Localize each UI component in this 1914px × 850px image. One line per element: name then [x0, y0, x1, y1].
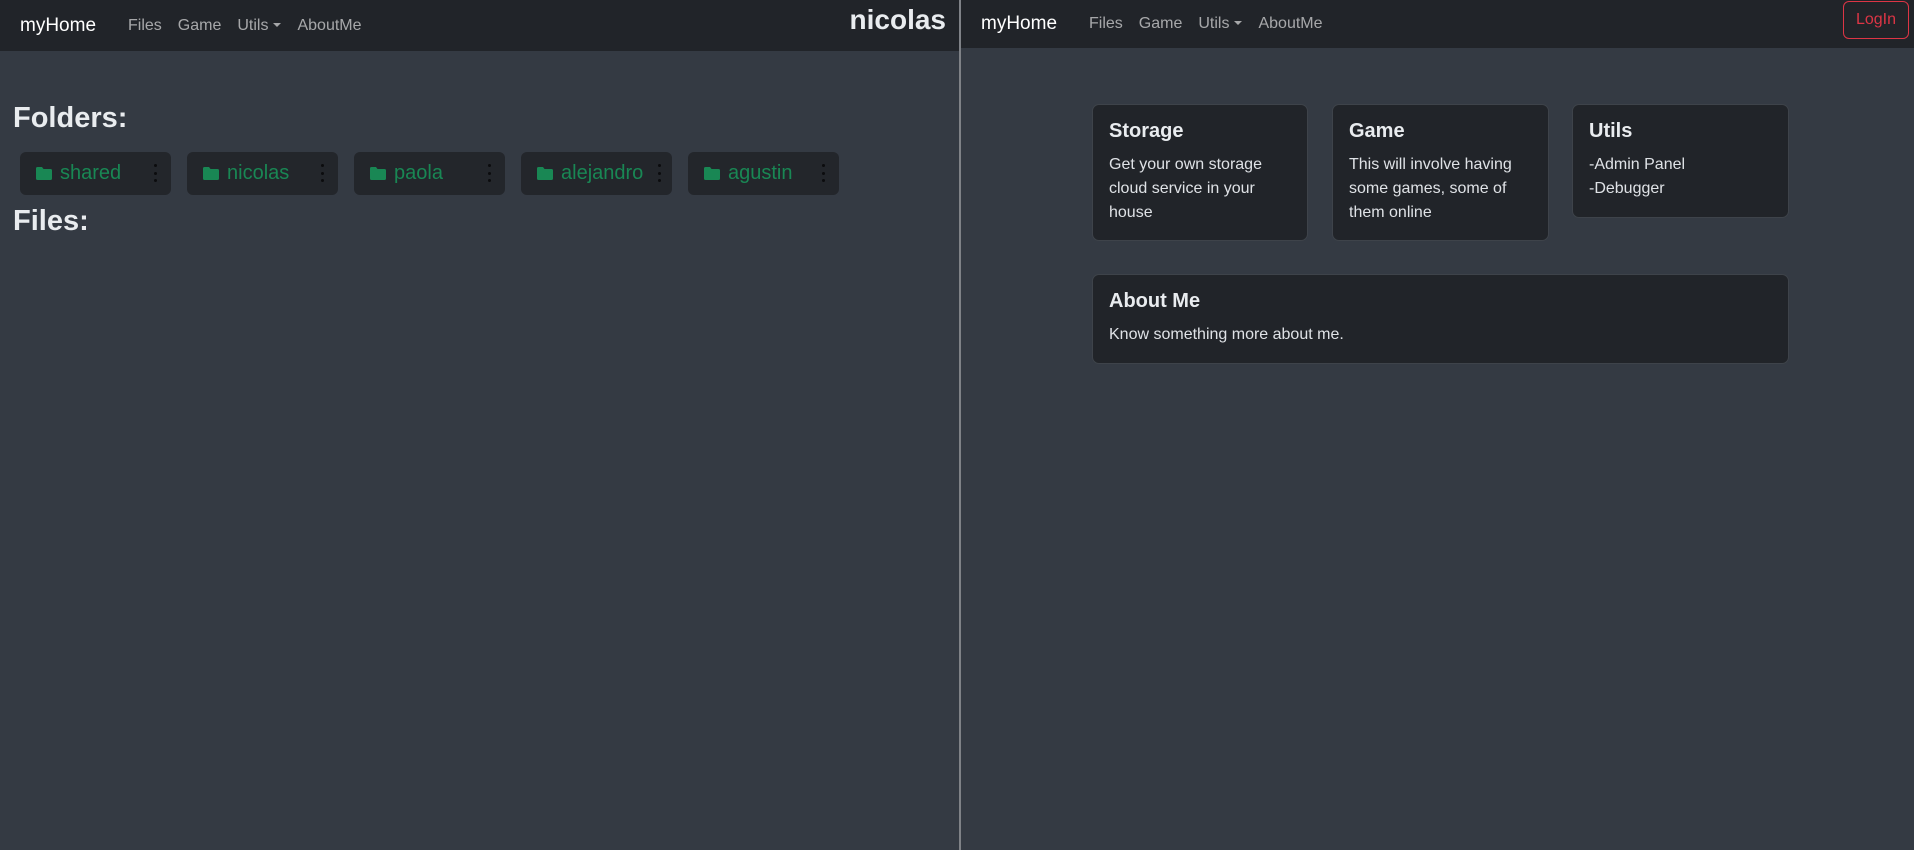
card-line: This will involve having: [1349, 156, 1512, 173]
login-button[interactable]: LogIn: [1842, 1, 1909, 39]
card-line: -Admin Panel: [1589, 156, 1686, 173]
game-card[interactable]: Game This will involve having some games…: [1332, 104, 1549, 241]
folder-name: agustin: [728, 162, 793, 184]
card-title: About Me: [1109, 290, 1201, 312]
navbar: myHome Files Game Utils AboutMe nicolas: [0, 0, 959, 51]
nav-links: Files Game Utils AboutMe: [128, 17, 362, 35]
folders-list: shared nicolas paola alejandro agustin: [20, 152, 839, 195]
about-me-card[interactable]: About Me Know something more about me.: [1092, 274, 1789, 364]
card-line: some games, some of: [1349, 180, 1507, 197]
card-text: -Admin Panel -Debugger: [1589, 153, 1772, 201]
nav-link-files[interactable]: Files: [1089, 15, 1123, 33]
folder-item-nicolas[interactable]: nicolas: [187, 152, 338, 195]
folder-icon: [36, 167, 52, 180]
card-text: Know something more about me.: [1109, 323, 1772, 347]
more-options-icon[interactable]: [321, 164, 325, 182]
card-text: Get your own storage cloud service in yo…: [1109, 153, 1291, 225]
utils-card[interactable]: Utils -Admin Panel -Debugger: [1572, 104, 1789, 218]
card-text: This will involve having some games, som…: [1349, 153, 1532, 225]
more-options-icon[interactable]: [488, 164, 492, 182]
files-page-pane: myHome Files Game Utils AboutMe nicolas …: [0, 0, 959, 850]
folder-name: paola: [394, 162, 443, 184]
nav-dropdown-utils[interactable]: Utils: [1198, 15, 1243, 33]
card-line: house: [1109, 204, 1153, 221]
card-line: Get your own storage: [1109, 156, 1262, 173]
storage-card[interactable]: Storage Get your own storage cloud servi…: [1092, 104, 1308, 241]
nav-dropdown-utils[interactable]: Utils: [237, 16, 282, 35]
nav-link-game[interactable]: Game: [178, 17, 222, 35]
brand-link[interactable]: myHome: [20, 15, 96, 37]
nav-links: Files Game Utils AboutMe: [1089, 15, 1323, 33]
folder-icon: [370, 167, 386, 180]
nav-link-aboutme[interactable]: AboutMe: [1258, 15, 1322, 33]
nav-link-files[interactable]: Files: [128, 17, 162, 35]
folder-name: shared: [60, 162, 122, 184]
folder-icon: [704, 167, 720, 180]
folder-icon: [203, 167, 219, 180]
caret-down-icon: [273, 22, 282, 27]
folder-item-alejandro[interactable]: alejandro: [521, 152, 672, 195]
nav-dropdown-utils-label: Utils: [237, 16, 269, 34]
more-options-icon[interactable]: [658, 164, 662, 182]
card-line: -Debugger: [1589, 180, 1665, 197]
brand-link[interactable]: myHome: [981, 13, 1057, 35]
folder-name: nicolas: [227, 162, 290, 184]
navbar: myHome Files Game Utils AboutMe LogIn: [961, 0, 1914, 48]
card-title: Game: [1349, 120, 1405, 142]
more-options-icon[interactable]: [822, 164, 826, 182]
card-title: Utils: [1589, 120, 1633, 142]
split-view: myHome Files Game Utils AboutMe nicolas …: [0, 0, 1914, 850]
card-line: cloud service in your: [1109, 180, 1255, 197]
more-options-icon[interactable]: [154, 164, 158, 182]
caret-down-icon: [1234, 21, 1243, 25]
folder-item-agustin[interactable]: agustin: [688, 152, 839, 195]
card-title: Storage: [1109, 120, 1184, 142]
card-line: Know something more about me.: [1109, 326, 1344, 343]
nav-link-aboutme[interactable]: AboutMe: [297, 17, 361, 35]
username-display: nicolas: [849, 4, 946, 35]
files-heading: Files:: [13, 205, 89, 237]
folder-item-shared[interactable]: shared: [20, 152, 171, 195]
nav-link-game[interactable]: Game: [1139, 15, 1183, 33]
folder-icon: [537, 167, 553, 180]
folders-heading: Folders:: [13, 102, 128, 134]
nav-dropdown-utils-label: Utils: [1198, 15, 1230, 32]
folder-name: alejandro: [561, 162, 644, 184]
card-line: them online: [1349, 204, 1432, 221]
home-page-pane: myHome Files Game Utils AboutMe LogIn St…: [961, 0, 1914, 850]
folder-item-paola[interactable]: paola: [354, 152, 505, 195]
